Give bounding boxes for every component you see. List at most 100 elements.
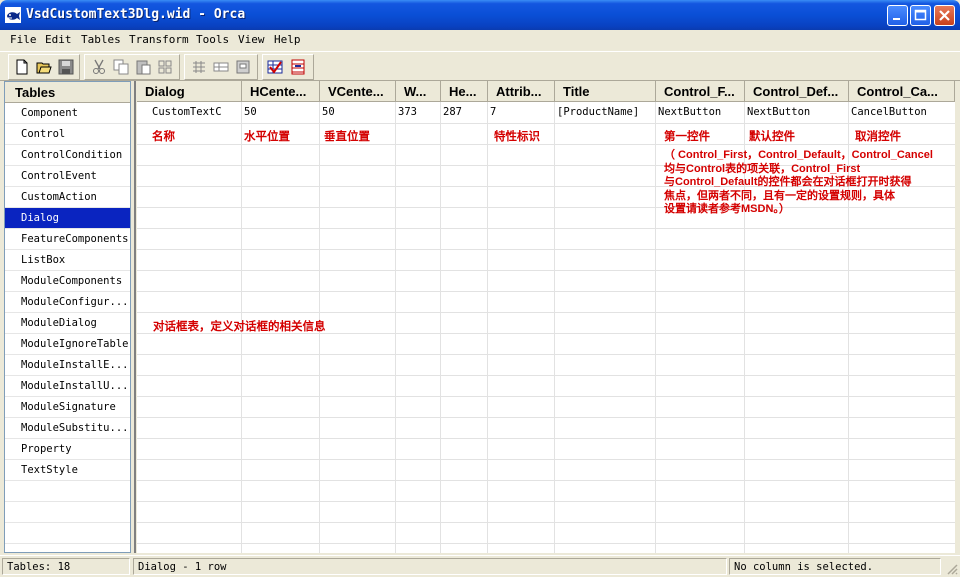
menu-edit[interactable]: Edit: [45, 33, 72, 46]
annotation-vcentering: 垂直位置: [324, 131, 370, 143]
merge-module-icon[interactable]: [290, 59, 306, 75]
table-item-customaction[interactable]: CustomAction: [5, 187, 130, 208]
grid-line: [395, 102, 396, 553]
table-item-component[interactable]: Component: [5, 103, 130, 124]
minimize-button[interactable]: [887, 5, 908, 26]
add-row-icon[interactable]: [191, 59, 207, 75]
menu-tools[interactable]: Tools: [196, 33, 229, 46]
toolbar: [0, 51, 960, 81]
status-selection: No column is selected.: [729, 558, 941, 575]
window-title: VsdCustomText3Dlg.wid - Orca: [26, 7, 246, 22]
copy-icon[interactable]: [113, 59, 129, 75]
table-item-textstyle[interactable]: TextStyle: [5, 460, 130, 481]
annotation-control-first: 第一控件: [664, 131, 710, 143]
paste-icon[interactable]: [135, 59, 151, 75]
table-item-property[interactable]: Property: [5, 439, 130, 460]
column-header-control-first[interactable]: Control_F...: [656, 81, 745, 102]
grid-line: [137, 501, 955, 502]
cell-title[interactable]: [ProductName]: [557, 106, 639, 118]
drop-row-icon[interactable]: [213, 59, 229, 75]
pane-splitter[interactable]: [131, 81, 136, 553]
resize-grip-icon[interactable]: [946, 563, 958, 575]
cell-control-first[interactable]: NextButton: [658, 106, 721, 118]
open-icon[interactable]: [36, 59, 52, 75]
annotation-note-line: （ Control_First，Control_Default，Control_…: [664, 149, 933, 161]
cell-vcentering[interactable]: 50: [322, 106, 335, 118]
validate-icon[interactable]: [267, 59, 283, 75]
table-item-modulesignature[interactable]: ModuleSignature: [5, 397, 130, 418]
cell-dialog[interactable]: CustomTextC: [152, 106, 222, 118]
column-header-hcentering[interactable]: HCente...: [242, 81, 320, 102]
annotation-note-line: 设置请读者参考MSDN。）: [664, 203, 790, 215]
column-header-control-cancel[interactable]: Control_Ca...: [849, 81, 955, 102]
column-header-control-default[interactable]: Control_Def...: [745, 81, 849, 102]
grid-line: [137, 249, 955, 250]
cell-hcentering[interactable]: 50: [244, 106, 257, 118]
grid-line: [554, 102, 555, 553]
column-header-title[interactable]: Title: [555, 81, 656, 102]
cell-control-default[interactable]: NextButton: [747, 106, 810, 118]
column-header-width[interactable]: W...: [396, 81, 441, 102]
grid-line: [137, 480, 955, 481]
cell-width[interactable]: 373: [398, 106, 417, 118]
annotation-attributes: 特性标识: [494, 131, 540, 143]
add-table-icon[interactable]: [235, 59, 251, 75]
cell-height[interactable]: 287: [443, 106, 462, 118]
annotation-note: （ Control_First，Control_Default，Control_…: [664, 149, 954, 217]
table-item-modulecomponents[interactable]: ModuleComponents: [5, 271, 130, 292]
maximize-button[interactable]: [910, 5, 931, 26]
table-item-moduleconfiguration[interactable]: ModuleConfigur...: [5, 292, 130, 313]
annotation-note-line: 与Control_Default的控件都会在对话框打开时获得: [664, 176, 912, 188]
status-table-info: Dialog - 1 row: [133, 558, 727, 575]
grid-line: [137, 522, 955, 523]
menu-file[interactable]: File: [10, 33, 37, 46]
find-icon[interactable]: [157, 59, 173, 75]
new-icon[interactable]: [14, 59, 30, 75]
grid-line: [137, 417, 955, 418]
status-bar: Tables: 18 Dialog - 1 row No column is s…: [0, 555, 960, 577]
table-item-featurecomponents[interactable]: FeatureComponents: [5, 229, 130, 250]
close-icon: [939, 10, 950, 21]
edit-toolbar-group: [84, 54, 180, 80]
annotation-table-description: 对话框表，定义对话框的相关信息: [153, 321, 326, 333]
grid-line: [137, 312, 955, 313]
column-header-dialog[interactable]: Dialog: [137, 81, 242, 102]
grid-line: [137, 396, 955, 397]
save-icon[interactable]: [58, 59, 74, 75]
minimize-icon: [893, 18, 900, 20]
cell-attributes[interactable]: 7: [490, 106, 496, 118]
table-item-moduleinstallexecute[interactable]: ModuleInstallE...: [5, 355, 130, 376]
column-header-height[interactable]: He...: [441, 81, 488, 102]
menu-view[interactable]: View: [238, 33, 265, 46]
cell-control-cancel[interactable]: CancelButton: [851, 106, 927, 118]
column-header-vcentering[interactable]: VCente...: [320, 81, 396, 102]
annotation-dialog: 名称: [152, 131, 175, 143]
annotation-note-line: 均与Control表的项关联，Control_First: [664, 162, 861, 175]
table-grid[interactable]: Dialog HCente... VCente... W... He... At…: [137, 81, 955, 553]
grid-line: [655, 102, 656, 553]
table-item-modulesubstitution[interactable]: ModuleSubstitu...: [5, 418, 130, 439]
menu-tables[interactable]: Tables: [81, 33, 121, 46]
column-header-attributes[interactable]: Attrib...: [488, 81, 555, 102]
table-item-controlevent[interactable]: ControlEvent: [5, 166, 130, 187]
menu-bar: File Edit Tables Transform Tools View He…: [0, 30, 960, 50]
table-item-moduleinstallui[interactable]: ModuleInstallU...: [5, 376, 130, 397]
tables-list-header[interactable]: Tables: [5, 82, 130, 103]
close-button[interactable]: [934, 5, 955, 26]
grid-line: [137, 144, 955, 145]
menu-help[interactable]: Help: [274, 33, 301, 46]
title-bar[interactable]: VsdCustomText3Dlg.wid - Orca: [0, 0, 960, 30]
menu-transform[interactable]: Transform: [129, 33, 189, 46]
table-item-listbox[interactable]: ListBox: [5, 250, 130, 271]
grid-line: [440, 102, 441, 553]
grid-line: [137, 459, 955, 460]
table-item-moduledialog[interactable]: ModuleDialog: [5, 313, 130, 334]
table-item-moduleignoretable[interactable]: ModuleIgnoreTable: [5, 334, 130, 355]
row-toolbar-group: [184, 54, 258, 80]
tables-list[interactable]: Tables Component Control ControlConditio…: [4, 81, 131, 553]
table-item-dialog[interactable]: Dialog: [5, 208, 130, 229]
maximize-icon: [914, 9, 927, 21]
table-item-controlcondition[interactable]: ControlCondition: [5, 145, 130, 166]
table-item-control[interactable]: Control: [5, 124, 130, 145]
cut-icon[interactable]: [91, 59, 107, 75]
